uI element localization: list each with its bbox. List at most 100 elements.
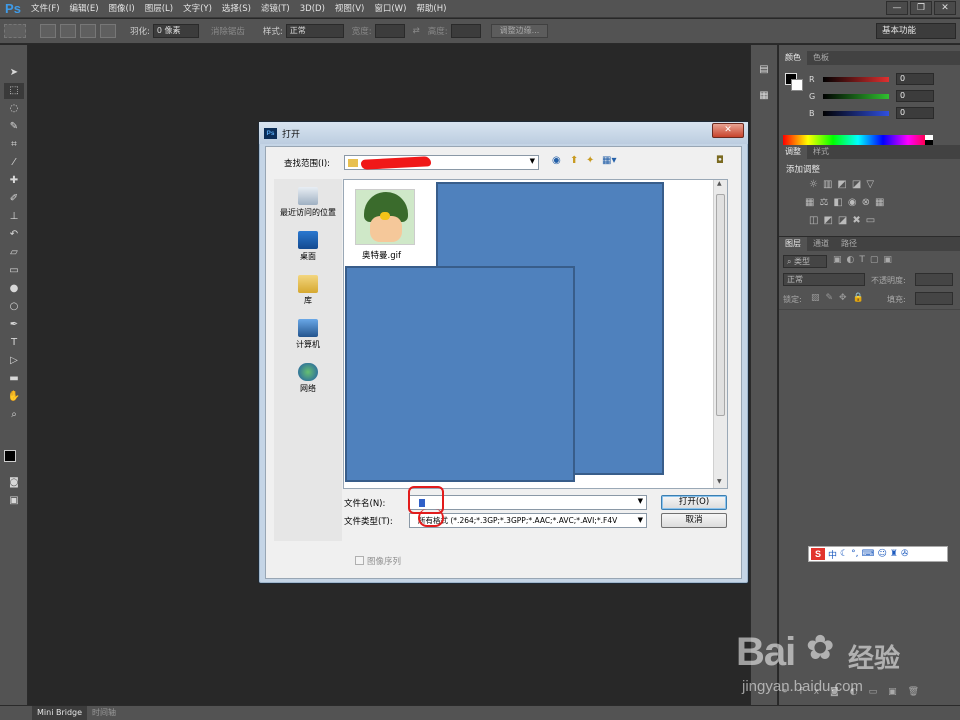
dialog-close-button[interactable]: ✕ <box>712 123 744 138</box>
intersect-selection-icon[interactable] <box>100 24 116 38</box>
posterize-icon[interactable]: ◩ <box>823 215 832 226</box>
width-input[interactable] <box>374 24 405 38</box>
tab-layers[interactable]: 图层 <box>779 237 807 251</box>
scrollbar-thumb[interactable] <box>716 194 725 416</box>
red-slider[interactable] <box>823 76 889 82</box>
workspace-select[interactable]: 基本功能 <box>876 23 956 39</box>
back-icon[interactable]: ◉ <box>552 155 561 166</box>
color-lookup-icon[interactable]: ▦ <box>875 197 884 208</box>
menu-layer[interactable]: 图层(L) <box>140 0 178 18</box>
black-white-icon[interactable]: ◧ <box>833 197 842 208</box>
subtract-selection-icon[interactable] <box>80 24 96 38</box>
brightness-icon[interactable]: ☼ <box>809 179 818 190</box>
cancel-button[interactable]: 取消 <box>661 513 727 528</box>
sogou-logo-icon[interactable]: S <box>811 548 825 560</box>
refine-edge-button[interactable]: 调整边缘... <box>490 24 549 38</box>
image-sequence-checkbox[interactable] <box>355 556 364 565</box>
new-selection-icon[interactable] <box>40 24 56 38</box>
marquee-tool-icon[interactable] <box>4 24 26 38</box>
crop-tool-icon[interactable]: ⌗ <box>4 137 24 153</box>
scroll-down-icon[interactable]: ▼ <box>717 478 722 485</box>
green-slider[interactable] <box>823 93 889 99</box>
view-menu-icon[interactable]: ▦▾ <box>602 155 616 166</box>
moon-icon[interactable]: ☾ <box>840 549 848 559</box>
history-brush-icon[interactable]: ↶ <box>4 227 24 243</box>
menu-select[interactable]: 选择(S) <box>217 0 256 18</box>
layer-filter-select[interactable]: ⌕ 类型 <box>783 255 827 268</box>
black-white-swatch[interactable] <box>925 135 933 145</box>
feather-input[interactable]: 0 像素 <box>152 24 199 38</box>
menu-view[interactable]: 视图(V) <box>330 0 369 18</box>
path-select-tool-icon[interactable]: ▷ <box>4 353 24 369</box>
quick-select-tool-icon[interactable]: ✎ <box>4 119 24 135</box>
swap-icon[interactable]: ⇄ <box>413 26 420 36</box>
properties-panel-icon[interactable]: ▦ <box>754 87 774 105</box>
vibrance-icon[interactable]: ▽ <box>866 179 874 190</box>
channel-mixer-icon[interactable]: ⊗ <box>862 197 870 208</box>
photo-filter-icon[interactable]: ◉ <box>848 197 857 208</box>
selective-color-icon[interactable]: ✖ <box>852 215 860 226</box>
menu-window[interactable]: 窗口(W) <box>369 0 411 18</box>
type-tool-icon[interactable]: T <box>4 335 24 351</box>
open-button[interactable]: 打开(O) <box>661 495 727 510</box>
gradient-map-icon[interactable]: ▭ <box>866 215 875 226</box>
tab-timeline[interactable]: 时间轴 <box>87 706 121 720</box>
brush-tool-icon[interactable]: ✐ <box>4 191 24 207</box>
levels-icon[interactable]: ▥ <box>823 179 832 190</box>
close-button[interactable]: ✕ <box>934 1 956 15</box>
antialias-checkbox[interactable]: 消除锯齿 <box>211 25 245 37</box>
shape-tool-icon[interactable]: ▬ <box>4 371 24 387</box>
gradient-tool-icon[interactable]: ▭ <box>4 263 24 279</box>
eyedropper-tool-icon[interactable]: ⁄ <box>4 155 24 171</box>
place-network[interactable]: 网络 <box>274 363 342 394</box>
red-value-input[interactable]: 0 <box>896 73 934 85</box>
history-panel-icon[interactable]: ▤ <box>754 61 774 79</box>
lock-icons[interactable]: ▨✎✥🔒 <box>811 293 870 303</box>
invert-icon[interactable]: ◫ <box>809 215 818 226</box>
menu-file[interactable]: 文件(F) <box>26 0 65 18</box>
place-libraries[interactable]: 库 <box>274 275 342 306</box>
chevron-down-icon[interactable]: ▼ <box>638 497 643 505</box>
height-input[interactable] <box>450 24 481 38</box>
menu-image[interactable]: 图像(I) <box>104 0 140 18</box>
color-spectrum[interactable] <box>783 135 933 145</box>
hand-tool-icon[interactable]: ✋ <box>4 389 24 405</box>
dialog-titlebar[interactable]: Ps 打开 ✕ <box>259 122 748 144</box>
stamp-tool-icon[interactable]: ⊥ <box>4 209 24 225</box>
new-folder-icon[interactable]: ✦ <box>586 155 594 166</box>
lasso-tool-icon[interactable]: ◌ <box>4 101 24 117</box>
file-list-scrollbar[interactable]: ▲ ▼ <box>713 180 727 488</box>
file-type-select[interactable]: 所有格式 (*.264;*.3GP;*.3GPP;*.AAC;*.AVC;*.A… <box>409 513 647 528</box>
tab-channels[interactable]: 通道 <box>807 237 835 251</box>
marquee-tool-icon[interactable]: ⬚ <box>4 83 24 99</box>
pen-tool-icon[interactable]: ✒ <box>4 317 24 333</box>
tab-mini-bridge[interactable]: Mini Bridge <box>32 706 88 720</box>
fill-input[interactable] <box>915 292 953 305</box>
blend-mode-select[interactable]: 正常 <box>783 273 865 286</box>
minimize-button[interactable]: — <box>886 1 908 15</box>
place-computer[interactable]: 计算机 <box>274 319 342 350</box>
place-desktop[interactable]: 桌面 <box>274 231 342 262</box>
scroll-up-icon[interactable]: ▲ <box>717 180 722 187</box>
quick-mask-icon[interactable]: ◙ <box>4 475 24 491</box>
bg-color-swatch[interactable] <box>791 79 803 91</box>
menu-filter[interactable]: 滤镜(T) <box>256 0 295 18</box>
foreground-color-swatch[interactable] <box>4 450 16 462</box>
screen-mode-icon[interactable]: ▣ <box>4 493 24 509</box>
restore-button[interactable]: ❐ <box>910 1 932 15</box>
wrench-icon[interactable]: ✇ <box>901 549 909 559</box>
ime-mode-toggle[interactable]: 中 <box>828 548 837 561</box>
add-selection-icon[interactable] <box>60 24 76 38</box>
zoom-tool-icon[interactable]: ⌕ <box>4 407 24 423</box>
place-recent[interactable]: 最近访问的位置 <box>274 187 342 218</box>
tab-adjustments[interactable]: 调整 <box>779 145 807 159</box>
eraser-tool-icon[interactable]: ▱ <box>4 245 24 261</box>
threshold-icon[interactable]: ◪ <box>838 215 847 226</box>
blue-slider[interactable] <box>823 110 889 116</box>
blur-tool-icon[interactable]: ● <box>4 281 24 297</box>
move-tool-icon[interactable]: ➤ <box>4 65 24 81</box>
menu-type[interactable]: 文字(Y) <box>178 0 217 18</box>
punctuation-icon[interactable]: °, <box>851 549 858 559</box>
menu-edit[interactable]: 编辑(E) <box>65 0 104 18</box>
curves-icon[interactable]: ◩ <box>837 179 846 190</box>
